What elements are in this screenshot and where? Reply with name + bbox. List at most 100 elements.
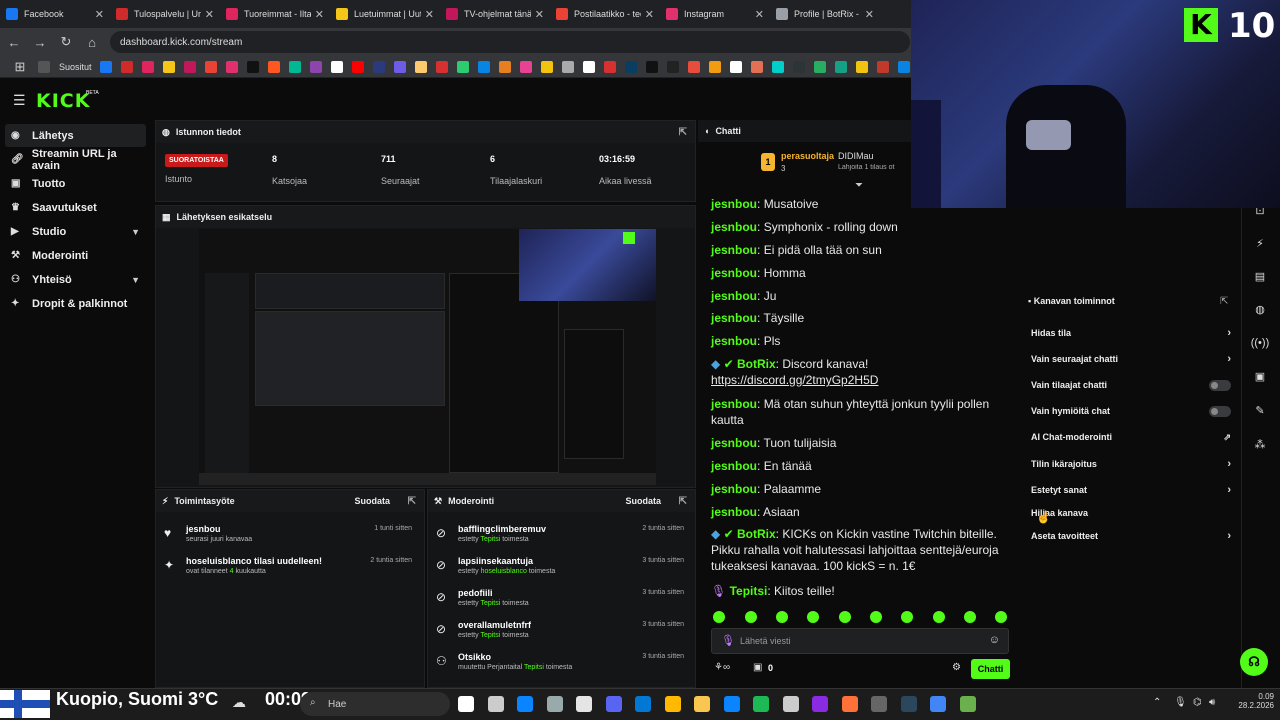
bookmark-icon[interactable] [162,60,175,73]
emote-icon[interactable] [776,611,788,623]
bookmark-icon[interactable] [456,60,469,73]
rail-broadcast-icon[interactable]: ((•)) [1246,337,1274,359]
chat-username[interactable]: jesnbou [711,220,757,234]
bookmark-icon[interactable] [729,60,742,73]
bookmark-icon[interactable] [498,60,511,73]
back-icon[interactable]: ← [2,35,26,50]
popout-icon[interactable]: ⇱ [679,496,687,507]
chat-username[interactable]: jesnbou [711,289,757,303]
rail-bolt-icon[interactable]: ⚡︎ [1246,237,1274,259]
bookmark-icon[interactable] [645,60,658,73]
bookmark-icon[interactable] [309,60,322,73]
bookmark-icon[interactable] [582,60,595,73]
popout-icon[interactable]: ⇱ [1220,296,1228,307]
close-tab-icon[interactable]: ✕ [755,8,764,21]
taskbar-app-icon[interactable] [753,696,769,712]
stream-preview[interactable] [199,229,656,485]
chat-username[interactable]: jesnbou [711,311,757,325]
taskbar-app-icon[interactable] [900,696,917,712]
bookmark-icon[interactable] [288,60,301,73]
sidebar-item-moderointi[interactable]: ⚒ Moderointi [5,244,146,267]
subscribers-only-toggle[interactable] [1209,379,1231,391]
sidebar-item-studio[interactable]: ▶ Studio ▼ [5,220,146,243]
action-age-restriction[interactable]: Tilin ikärajoitus › [1031,455,1235,473]
bookmark-icon[interactable] [519,60,532,73]
menu-icon[interactable]: ☰ [13,92,26,109]
chat-username[interactable]: jesnbou [711,482,757,496]
bookmark-icon[interactable] [120,60,133,73]
tray-chevron-up-icon[interactable]: ⌃ [1153,697,1161,708]
bookmark-icon[interactable] [351,60,364,73]
close-tab-icon[interactable]: ✕ [95,8,104,21]
home-icon[interactable]: ⌂ [80,35,104,50]
bookmark-folder-label[interactable]: Suositut [59,62,92,72]
taskbar-app-icon[interactable] [959,696,976,712]
chat-username[interactable]: jesnbou [711,459,757,473]
microphone-icon[interactable]: 🎙︎ [1174,697,1187,708]
bookmark-icon[interactable] [771,60,784,73]
bookmark-icon[interactable] [393,60,406,73]
taskbar-app-icon[interactable] [812,696,828,712]
taskbar-app-icon[interactable] [546,696,563,712]
close-tab-icon[interactable]: ✕ [535,8,544,21]
bookmark-icon[interactable] [876,60,889,73]
sidebar-item-tuotto[interactable]: ▣ Tuotto [5,172,146,195]
emote-icon[interactable] [807,611,819,623]
chat-username[interactable]: Tepitsi [730,584,768,598]
emote-icon[interactable] [933,611,945,623]
emote-icon[interactable] [995,611,1007,623]
taskbar-app-icon[interactable] [487,696,504,712]
chat-username[interactable]: BotRix [737,357,776,371]
emoji-icon[interactable]: ☺ [989,634,1000,646]
browser-tab[interactable]: Tuoreimmat - Ilta ✕ [220,0,330,28]
chat-username[interactable]: jesnbou [711,334,757,348]
emote-icon[interactable] [870,611,882,623]
bookmark-icon[interactable] [246,60,259,73]
taskbar-app-icon[interactable] [517,696,533,712]
action-set-goals[interactable]: Aseta tavoitteet › [1031,527,1235,545]
emote-icon[interactable] [713,611,725,623]
taskbar-app-icon[interactable] [605,696,622,712]
close-tab-icon[interactable]: ✕ [865,8,874,21]
chevron-down-icon[interactable]: ⏷ [855,180,863,191]
bookmark-icon[interactable] [708,60,721,73]
bookmark-icon[interactable] [477,60,490,73]
browser-tab[interactable]: Tulospalvelu | Urh ✕ [110,0,220,28]
bookmark-icon[interactable] [414,60,427,73]
close-tab-icon[interactable]: ✕ [315,8,324,21]
browser-tab[interactable]: Luetuimmat | Uut ✕ [330,0,440,28]
system-clock[interactable]: 0.09 28.2.2026 [1226,692,1274,710]
browser-tab[interactable]: Facebook ✕ [0,0,110,28]
support-headset-icon[interactable]: ☊ [1240,648,1268,676]
bookmark-icon[interactable] [540,60,553,73]
action-mute-channel[interactable]: Hiljaa kanava [1031,504,1235,522]
bookmark-icon[interactable] [897,60,910,73]
kick-logo[interactable]: KICK [36,90,90,112]
bookmark-icon[interactable] [792,60,805,73]
taskbar-app-icon[interactable] [723,696,740,712]
chat-username[interactable]: BotRix [737,527,776,541]
chat-username[interactable]: jesnbou [711,397,757,411]
bookmark-icon[interactable] [204,60,217,73]
bookmark-icon[interactable] [435,60,448,73]
rail-layout-icon[interactable]: ▣ [1246,370,1274,392]
bookmark-icon[interactable] [267,60,280,73]
bookmark-icon[interactable] [624,60,637,73]
taskbar-app-icon[interactable] [576,696,592,712]
activity-filter-button[interactable]: Suodata [354,496,390,506]
network-icon[interactable]: ⌬ [1193,697,1202,708]
sidebar-item-lahetys[interactable]: ◉ Lähetys [5,124,146,147]
close-tab-icon[interactable]: ✕ [425,8,434,21]
rail-doc-icon[interactable]: ▤ [1246,270,1274,292]
taskbar-app-icon[interactable] [664,696,681,712]
bookmark-icon[interactable] [561,60,574,73]
apps-icon[interactable]: ⊞ [8,59,32,75]
browser-tab[interactable]: Postilaatikko - tec ✕ [550,0,660,28]
forward-icon[interactable]: → [28,35,52,50]
bookmark-icon[interactable] [99,60,112,73]
emote-icon[interactable] [901,611,913,623]
bookmark-icon[interactable] [225,60,238,73]
taskbar-app-icon[interactable] [694,696,710,712]
taskbar-search[interactable]: ⌕ Hae [300,692,450,716]
chat-username[interactable]: jesnbou [711,243,757,257]
